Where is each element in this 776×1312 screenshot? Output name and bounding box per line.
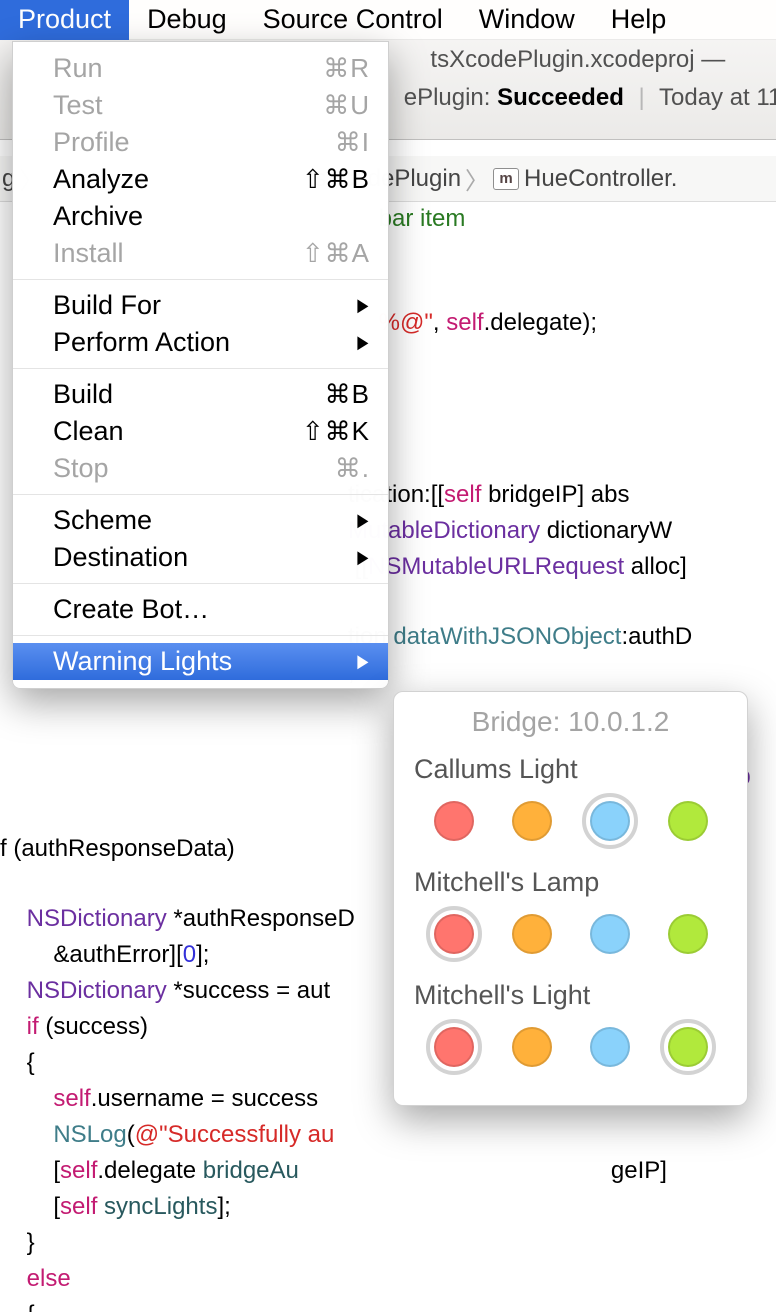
product-menu-dropdown: Run⌘R Test⌘U Profile⌘I Analyze⇧⌘B Archiv… xyxy=(12,41,389,689)
menu-separator xyxy=(13,279,388,280)
menu-source-control[interactable]: Source Control xyxy=(245,0,461,40)
submenu-arrow-icon: ▶ xyxy=(358,332,369,353)
color-red[interactable] xyxy=(426,1019,482,1075)
warning-lights-submenu: Bridge: 10.0.1.2 Callums Light Mitchell'… xyxy=(393,691,748,1106)
menu-clean[interactable]: Clean⇧⌘K xyxy=(13,413,388,450)
menu-separator xyxy=(13,635,388,636)
menu-destination[interactable]: Destination▶ xyxy=(13,539,388,576)
color-green[interactable] xyxy=(660,793,716,849)
build-status-prefix: ePlugin: xyxy=(404,84,497,111)
color-blue[interactable] xyxy=(582,906,638,962)
menu-archive[interactable]: Archive xyxy=(13,198,388,235)
chevron-right-icon: 〉 xyxy=(461,161,493,197)
menu-scheme[interactable]: Scheme▶ xyxy=(13,502,388,539)
color-red[interactable] xyxy=(426,793,482,849)
menu-warning-lights[interactable]: Warning Lights▶ xyxy=(13,643,388,680)
submenu-arrow-icon: ▶ xyxy=(358,295,369,316)
menubar: Product Debug Source Control Window Help xyxy=(0,0,776,40)
menu-window[interactable]: Window xyxy=(461,0,593,40)
menu-test[interactable]: Test⌘U xyxy=(13,87,388,124)
menu-profile[interactable]: Profile⌘I xyxy=(13,124,388,161)
color-green[interactable] xyxy=(660,1019,716,1075)
build-time: Today at 11 xyxy=(659,84,776,111)
menu-analyze[interactable]: Analyze⇧⌘B xyxy=(13,161,388,198)
submenu-arrow-icon: ▶ xyxy=(358,510,369,531)
color-orange[interactable] xyxy=(504,906,560,962)
color-blue[interactable] xyxy=(582,1019,638,1075)
title-dash: — xyxy=(701,46,725,73)
menu-stop[interactable]: Stop⌘. xyxy=(13,450,388,487)
light-group: Callums Light xyxy=(394,748,747,861)
light-name: Callums Light xyxy=(408,750,733,793)
light-group: Mitchell's Light xyxy=(394,974,747,1087)
toolbar-separator: | xyxy=(631,84,653,111)
light-name: Mitchell's Light xyxy=(408,976,733,1019)
color-red[interactable] xyxy=(426,906,482,962)
menu-build-for[interactable]: Build For▶ xyxy=(13,287,388,324)
light-name: Mitchell's Lamp xyxy=(408,863,733,906)
menu-product[interactable]: Product xyxy=(0,0,129,40)
menu-separator xyxy=(13,368,388,369)
light-group: Mitchell's Lamp xyxy=(394,861,747,974)
submenu-title: Bridge: 10.0.1.2 xyxy=(394,704,747,748)
menu-debug[interactable]: Debug xyxy=(129,0,245,40)
submenu-arrow-icon: ▶ xyxy=(358,547,369,568)
color-orange[interactable] xyxy=(504,1019,560,1075)
breadcrumb-file[interactable]: HueController. xyxy=(524,165,677,193)
menu-build[interactable]: Build⌘B xyxy=(13,376,388,413)
menu-separator xyxy=(13,494,388,495)
color-orange[interactable] xyxy=(504,793,560,849)
color-green[interactable] xyxy=(660,906,716,962)
menu-perform-action[interactable]: Perform Action▶ xyxy=(13,324,388,361)
objc-file-icon xyxy=(493,168,519,190)
menu-run[interactable]: Run⌘R xyxy=(13,50,388,87)
menu-install[interactable]: Install⇧⌘A xyxy=(13,235,388,272)
submenu-arrow-icon: ▶ xyxy=(358,651,369,672)
menu-help[interactable]: Help xyxy=(593,0,685,40)
menu-separator xyxy=(13,583,388,584)
color-blue[interactable] xyxy=(582,793,638,849)
build-status: Succeeded xyxy=(497,84,624,111)
project-title: tsXcodePlugin.xcodeproj xyxy=(430,46,694,73)
menu-create-bot[interactable]: Create Bot… xyxy=(13,591,388,628)
